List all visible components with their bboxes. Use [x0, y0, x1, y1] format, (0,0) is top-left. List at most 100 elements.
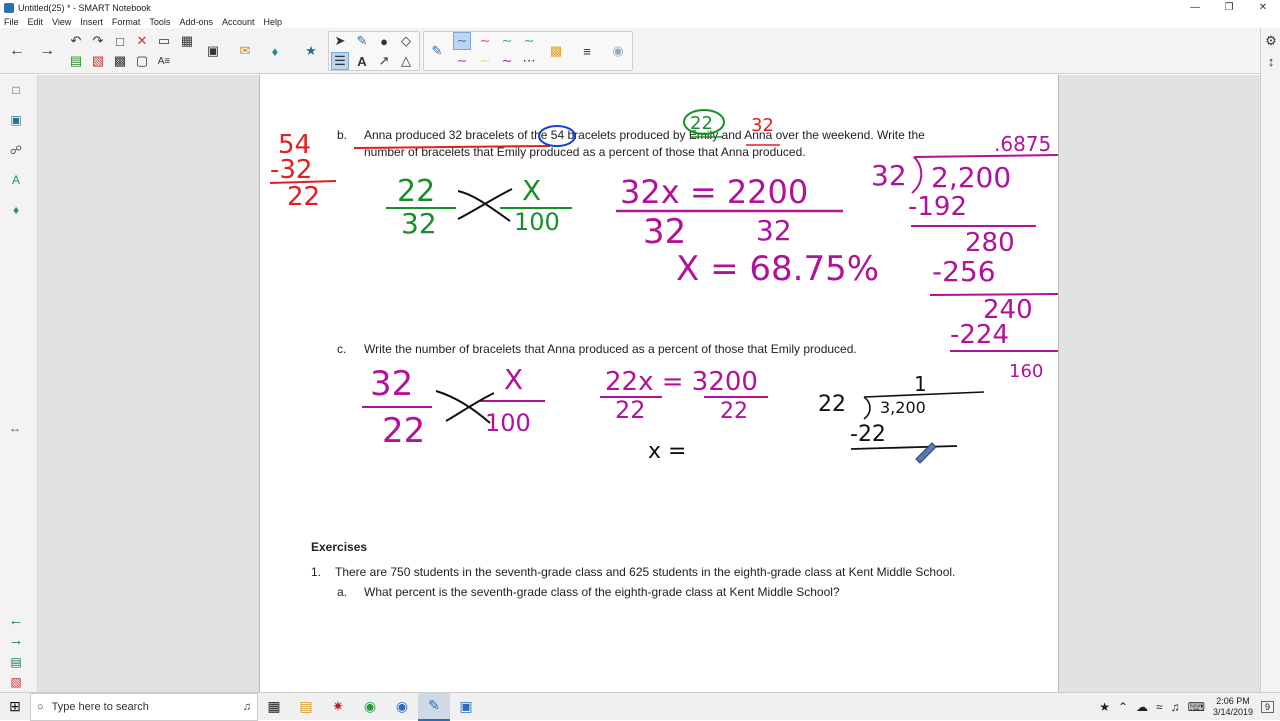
insert-page-icon[interactable]: □: [111, 32, 129, 50]
microphone-icon[interactable]: ♫: [243, 701, 251, 713]
taskbar-clock[interactable]: 2:06 PM 3/14/2019: [1213, 696, 1253, 718]
next-page-icon[interactable]: →: [7, 631, 25, 649]
ink-c-dividend: 3,200: [880, 398, 926, 417]
delete-page-icon[interactable]: ▧: [7, 673, 25, 691]
volume-icon[interactable]: ♫: [1171, 700, 1180, 714]
menu-tools[interactable]: Tools: [149, 17, 170, 27]
menu-file[interactable]: File: [4, 17, 19, 27]
text-format-icon[interactable]: A≡: [155, 52, 173, 70]
windows-start-icon[interactable]: ⊞: [0, 693, 30, 721]
smart-notebook-taskbar-icon[interactable]: ✎: [418, 692, 450, 721]
line-style-cyan-icon[interactable]: ∼: [520, 32, 538, 50]
smart-tools-taskbar-icon[interactable]: ▣: [450, 693, 482, 721]
document-camera-icon[interactable]: ▣: [204, 42, 222, 60]
text-icon[interactable]: A: [353, 52, 371, 70]
notification-count[interactable]: 9: [1260, 701, 1274, 713]
search-placeholder: Type here to search: [51, 700, 149, 713]
forward-icon[interactable]: →: [38, 42, 56, 60]
line-style-magenta-icon[interactable]: ∼: [498, 52, 516, 70]
line-style-dashed-icon[interactable]: ⋯: [520, 52, 538, 70]
menu-addons[interactable]: Add-ons: [179, 17, 213, 27]
app-red-icon[interactable]: ✷: [322, 693, 354, 721]
color-palette-icon[interactable]: ▩: [547, 42, 565, 60]
response-icon[interactable]: ★: [302, 42, 320, 60]
file-explorer-icon[interactable]: ▤: [290, 693, 322, 721]
transparency-icon[interactable]: ◉: [609, 42, 627, 60]
lesson-activity-icon[interactable]: ✉: [236, 42, 254, 60]
paste-icon[interactable]: ▧: [89, 52, 107, 70]
menu-format[interactable]: Format: [112, 17, 141, 27]
screen-shade-icon[interactable]: ▭: [155, 32, 173, 50]
menu-edit[interactable]: Edit: [28, 17, 44, 27]
full-screen-icon[interactable]: ▢: [133, 52, 151, 70]
table-icon[interactable]: ▦: [178, 32, 196, 50]
addons-panel-icon[interactable]: ♦: [7, 201, 25, 219]
ink-b-quotient: .6875: [994, 132, 1051, 156]
people-icon[interactable]: ★: [1099, 700, 1110, 714]
ink-c-ratio-100: 100: [485, 409, 531, 437]
ink-annotations[interactable]: 22 32 54 -32 22 22 32 X 100 32x = 2200 3…: [260, 75, 1059, 692]
notebook-page[interactable]: b. Anna produced 32 bracelets of the 54 …: [259, 75, 1059, 692]
ink-b-160: 160: [1009, 361, 1043, 382]
main-toolbar: ← → ↶ ↷ □ ✕ ▭ ▦ ▤ ▧ ▩ ▢ A≡ ▣ ✉ ♦ ★ ➤ ✎ ●…: [0, 28, 1280, 74]
smart-notebook-app-icon: [4, 2, 14, 13]
back-icon[interactable]: ←: [8, 42, 26, 60]
page-sorter-icon[interactable]: □: [7, 81, 25, 99]
ink-b-ratio-32: 32: [401, 207, 437, 240]
line-icon[interactable]: ↗: [375, 52, 393, 70]
keyboard-icon[interactable]: ⌨: [1188, 700, 1205, 714]
ink-b-result: X = 68.75%: [676, 249, 879, 289]
pointer-icon[interactable]: ➤: [331, 32, 349, 50]
ink-circled-32: 32: [751, 115, 774, 136]
wifi-icon[interactable]: ≈: [1156, 700, 1163, 714]
ink-c-denominator-left: 22: [615, 396, 646, 424]
menu-view[interactable]: View: [52, 17, 71, 27]
shape-icon[interactable]: ◇: [397, 32, 415, 50]
ink-circled-22: 22: [690, 113, 713, 134]
ink-b-divisor: 32: [871, 159, 907, 192]
undo-icon[interactable]: ↶: [67, 32, 85, 50]
search-icon: ○: [37, 700, 44, 713]
add-page-icon[interactable]: ▤: [7, 653, 25, 671]
menu-bar: File Edit View Insert Format Tools Add-o…: [0, 15, 1280, 28]
pen-type-icon[interactable]: ✎: [428, 42, 446, 60]
task-view-icon[interactable]: ▦: [258, 693, 290, 721]
gallery-icon[interactable]: ▣: [7, 111, 25, 129]
redo-icon[interactable]: ↷: [89, 32, 107, 50]
line-style-blue-icon[interactable]: ∼: [453, 32, 471, 50]
ink-b-ratio-100: 100: [514, 208, 560, 236]
taskbar-search-box[interactable]: ○ Type here to search ♫: [30, 692, 258, 721]
line-style-pink-icon[interactable]: ∼: [476, 32, 494, 50]
ink-b-ratio-22: 22: [397, 174, 435, 209]
line-thickness-icon[interactable]: ≡: [578, 42, 596, 60]
menu-insert[interactable]: Insert: [80, 17, 103, 27]
show-hidden-icons-icon[interactable]: ⌃: [1118, 700, 1128, 714]
line-style-yellow-icon[interactable]: ∼: [476, 52, 494, 70]
pen-icon[interactable]: ✎: [353, 32, 371, 50]
eraser-icon[interactable]: △: [397, 52, 415, 70]
pens-active-icon[interactable]: ☰: [331, 52, 349, 70]
chrome-profile-icon[interactable]: ◉: [386, 693, 418, 721]
panel-resize-icon[interactable]: ↔: [6, 419, 24, 437]
minimize-button[interactable]: —: [1178, 0, 1212, 15]
line-style-purple-icon[interactable]: ∼: [453, 52, 471, 70]
attachments-icon[interactable]: ☍: [7, 141, 25, 159]
toolbar-position-icon[interactable]: ↕: [1262, 52, 1280, 70]
ink-c-ratio-x: X: [504, 363, 523, 396]
close-button[interactable]: ✕: [1246, 0, 1280, 15]
network-icon[interactable]: ☁: [1136, 700, 1148, 714]
menu-account[interactable]: Account: [222, 17, 255, 27]
menu-help[interactable]: Help: [264, 17, 283, 27]
open-file-icon[interactable]: ▤: [67, 52, 85, 70]
previous-page-icon[interactable]: ←: [7, 611, 25, 629]
line-style-green-icon[interactable]: ∼: [498, 32, 516, 50]
fill-icon[interactable]: ●: [375, 32, 393, 50]
delete-icon[interactable]: ✕: [133, 32, 151, 50]
addons-icon[interactable]: ♦: [266, 42, 284, 60]
ink-c-ratio-22: 22: [382, 411, 425, 451]
chrome-icon[interactable]: ◉: [354, 693, 386, 721]
maximize-button[interactable]: ❐: [1212, 0, 1246, 15]
save-icon[interactable]: ▩: [111, 52, 129, 70]
properties-icon[interactable]: A: [7, 171, 25, 189]
gear-icon[interactable]: ⚙: [1262, 32, 1280, 50]
